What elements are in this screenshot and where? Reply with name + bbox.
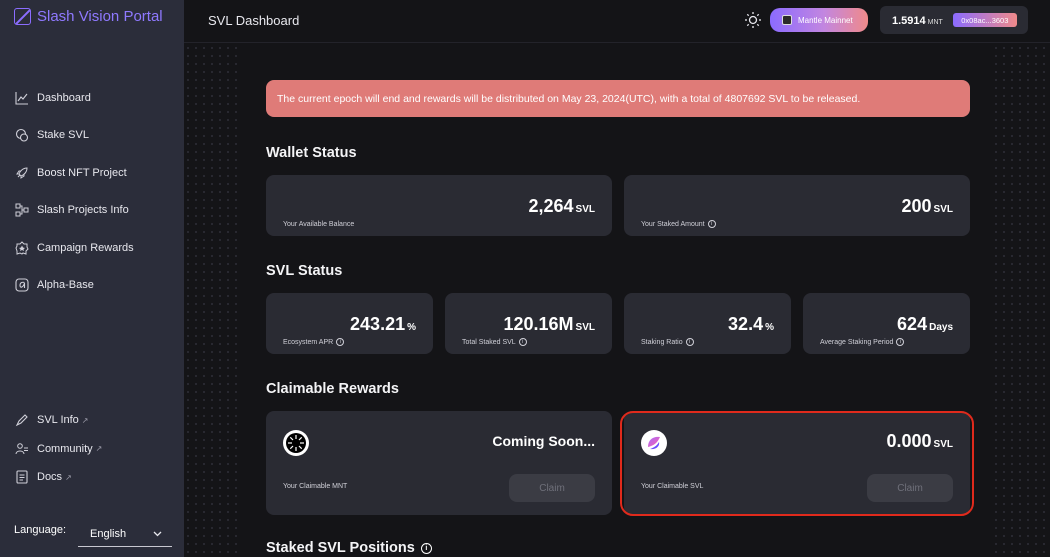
info-icon[interactable]: i: [420, 542, 432, 554]
epoch-banner: The current epoch will end and rewards w…: [266, 80, 970, 117]
external-link-icon: ↗: [95, 444, 103, 454]
total-staked-value: 120.16M: [503, 314, 574, 334]
sidebar-item-label: Campaign Rewards: [37, 241, 134, 254]
pen-icon: [14, 413, 29, 428]
staked-positions-header: Staked SVL Positions i: [266, 540, 432, 556]
sidebar-item-label: Slash Projects Info: [37, 204, 129, 217]
sidebar-item-label: Docs: [37, 471, 63, 484]
chevron-down-icon: [153, 528, 162, 540]
wallet-balance: 1.5914: [892, 15, 926, 27]
info-icon[interactable]: i: [685, 338, 694, 346]
language-label: Language:: [14, 524, 66, 536]
page-title: SVL Dashboard: [208, 13, 300, 28]
sidebar-item-campaign-rewards[interactable]: Campaign Rewards: [14, 238, 134, 258]
sidebar-item-label: Alpha-Base: [37, 278, 94, 291]
app-name: Slash Vision Portal: [37, 8, 163, 25]
sidebar-item-alpha-base[interactable]: Alpha-Base: [14, 275, 134, 295]
avg-staking-period-label: Average Staking Period: [820, 338, 894, 346]
sidebar-item-label: Dashboard: [37, 92, 91, 104]
wallet-address[interactable]: 0x08ac...3603: [952, 13, 1017, 27]
claimable-mnt-value: Coming Soon...: [492, 433, 595, 449]
info-icon[interactable]: i: [707, 220, 716, 228]
sidebar-item-boost-nft[interactable]: Boost NFT Project: [14, 163, 134, 183]
ecosystem-apr-card: 243.21% Ecosystem APR i: [266, 293, 433, 354]
staked-amount-value: 200: [901, 196, 932, 216]
ecosystem-apr-label: Ecosystem APR: [283, 338, 334, 346]
sidebar-item-svl-info[interactable]: SVL Info ↗: [14, 410, 102, 430]
sidebar-item-docs[interactable]: Docs ↗: [14, 467, 102, 487]
total-staked-card: 120.16M SVL Total Staked SVL i: [445, 293, 612, 354]
chart-icon: [14, 91, 29, 106]
sidebar-item-slash-projects[interactable]: Slash Projects Info: [14, 200, 134, 220]
sidebar-item-label: Boost NFT Project: [37, 166, 127, 179]
mantle-network-icon: [782, 15, 792, 25]
info-icon[interactable]: i: [518, 338, 527, 346]
people-icon: [14, 441, 29, 456]
external-link-icon: ↗: [81, 415, 89, 425]
claimable-svl-value: 0.000: [886, 431, 932, 451]
claimable-mnt-label: Your Claimable MNT: [283, 483, 348, 490]
language-selector: Language: English: [14, 517, 172, 547]
staking-ratio-unit: %: [765, 322, 774, 333]
coins-icon: [14, 128, 29, 143]
wallet-status-title: Wallet Status: [266, 145, 357, 161]
staking-ratio-label: Staking Ratio: [641, 338, 683, 346]
wallet-balance-unit: MNT: [927, 19, 943, 26]
sidebar-item-label: SVL Info: [37, 414, 79, 426]
claimable-svl-label: Your Claimable SVL: [641, 483, 704, 490]
sidebar-nav: Dashboard Stake SVL Boost NFT Project Sl…: [14, 88, 134, 312]
claimable-mnt-card: Coming Soon... Your Claimable MNT Claim: [266, 411, 612, 515]
sidebar-item-label: Stake SVL: [37, 129, 89, 142]
badge-icon: [14, 240, 29, 255]
network-selector-button[interactable]: Mantle Mainnet: [770, 8, 868, 32]
staked-amount-unit: SVL: [933, 204, 953, 215]
total-staked-label: Total Staked SVL: [462, 338, 516, 346]
available-balance-value: 2,264: [528, 196, 574, 216]
sidebar-item-community[interactable]: Community ↗: [14, 439, 102, 459]
claimable-svl-unit: SVL: [933, 439, 953, 450]
external-link-icon: ↗: [65, 472, 72, 482]
svl-token-icon: [641, 430, 667, 456]
logo[interactable]: Slash Vision Portal: [14, 8, 163, 25]
svl-status-title: SVL Status: [266, 263, 343, 279]
language-dropdown[interactable]: English: [78, 521, 172, 547]
available-balance-unit: SVL: [575, 204, 595, 215]
logo-icon: [14, 8, 31, 25]
avg-staking-period-value: 624: [897, 314, 928, 334]
available-balance-label: Your Available Balance: [283, 221, 355, 228]
ecosystem-apr-value: 243.21: [350, 314, 406, 334]
sidebar-links: SVL Info ↗ Community ↗ Docs ↗: [14, 410, 102, 496]
claimable-svl-card: 0.000 SVL Your Claimable SVL Claim: [624, 411, 970, 515]
alpha-icon: [14, 277, 29, 292]
network-name: Mantle Mainnet: [798, 15, 853, 25]
staked-amount-card: 200 SVL Your Staked Amount i: [624, 175, 970, 236]
claimable-rewards-title: Claimable Rewards: [266, 381, 399, 397]
rocket-icon: [14, 165, 29, 180]
staked-amount-label: Your Staked Amount: [641, 220, 705, 228]
total-staked-unit: SVL: [575, 322, 595, 333]
staking-ratio-card: 32.4% Staking Ratio i: [624, 293, 791, 354]
staked-positions-title: Staked SVL Positions: [266, 540, 415, 556]
avg-staking-period-card: 624 Days Average Staking Period i: [803, 293, 970, 354]
nodes-icon: [14, 203, 29, 218]
wallet-info[interactable]: 1.5914 MNT 0x08ac...3603: [880, 6, 1028, 34]
claim-svl-button[interactable]: Claim: [867, 474, 953, 502]
mantle-token-icon: [283, 430, 309, 456]
theme-toggle-sun-icon[interactable]: [744, 11, 762, 29]
language-value: English: [90, 527, 127, 540]
available-balance-card: 2,264 SVL Your Available Balance: [266, 175, 612, 236]
claim-mnt-button[interactable]: Claim: [509, 474, 595, 502]
sidebar-item-label: Community: [37, 442, 93, 455]
top-bar: SVL Dashboard Mantle Mainnet 1.5914 MNT 0…: [184, 0, 1050, 43]
avg-staking-period-unit: Days: [929, 322, 953, 333]
sidebar-item-stake-svl[interactable]: Stake SVL: [14, 125, 134, 145]
doc-icon: [14, 470, 29, 485]
info-icon[interactable]: i: [336, 338, 345, 346]
staking-ratio-value: 32.4: [728, 314, 764, 334]
info-icon[interactable]: i: [896, 338, 905, 346]
sidebar-item-dashboard[interactable]: Dashboard: [14, 88, 134, 108]
sidebar: Slash Vision Portal Dashboard Stake SVL …: [0, 0, 184, 557]
ecosystem-apr-unit: %: [407, 322, 416, 333]
